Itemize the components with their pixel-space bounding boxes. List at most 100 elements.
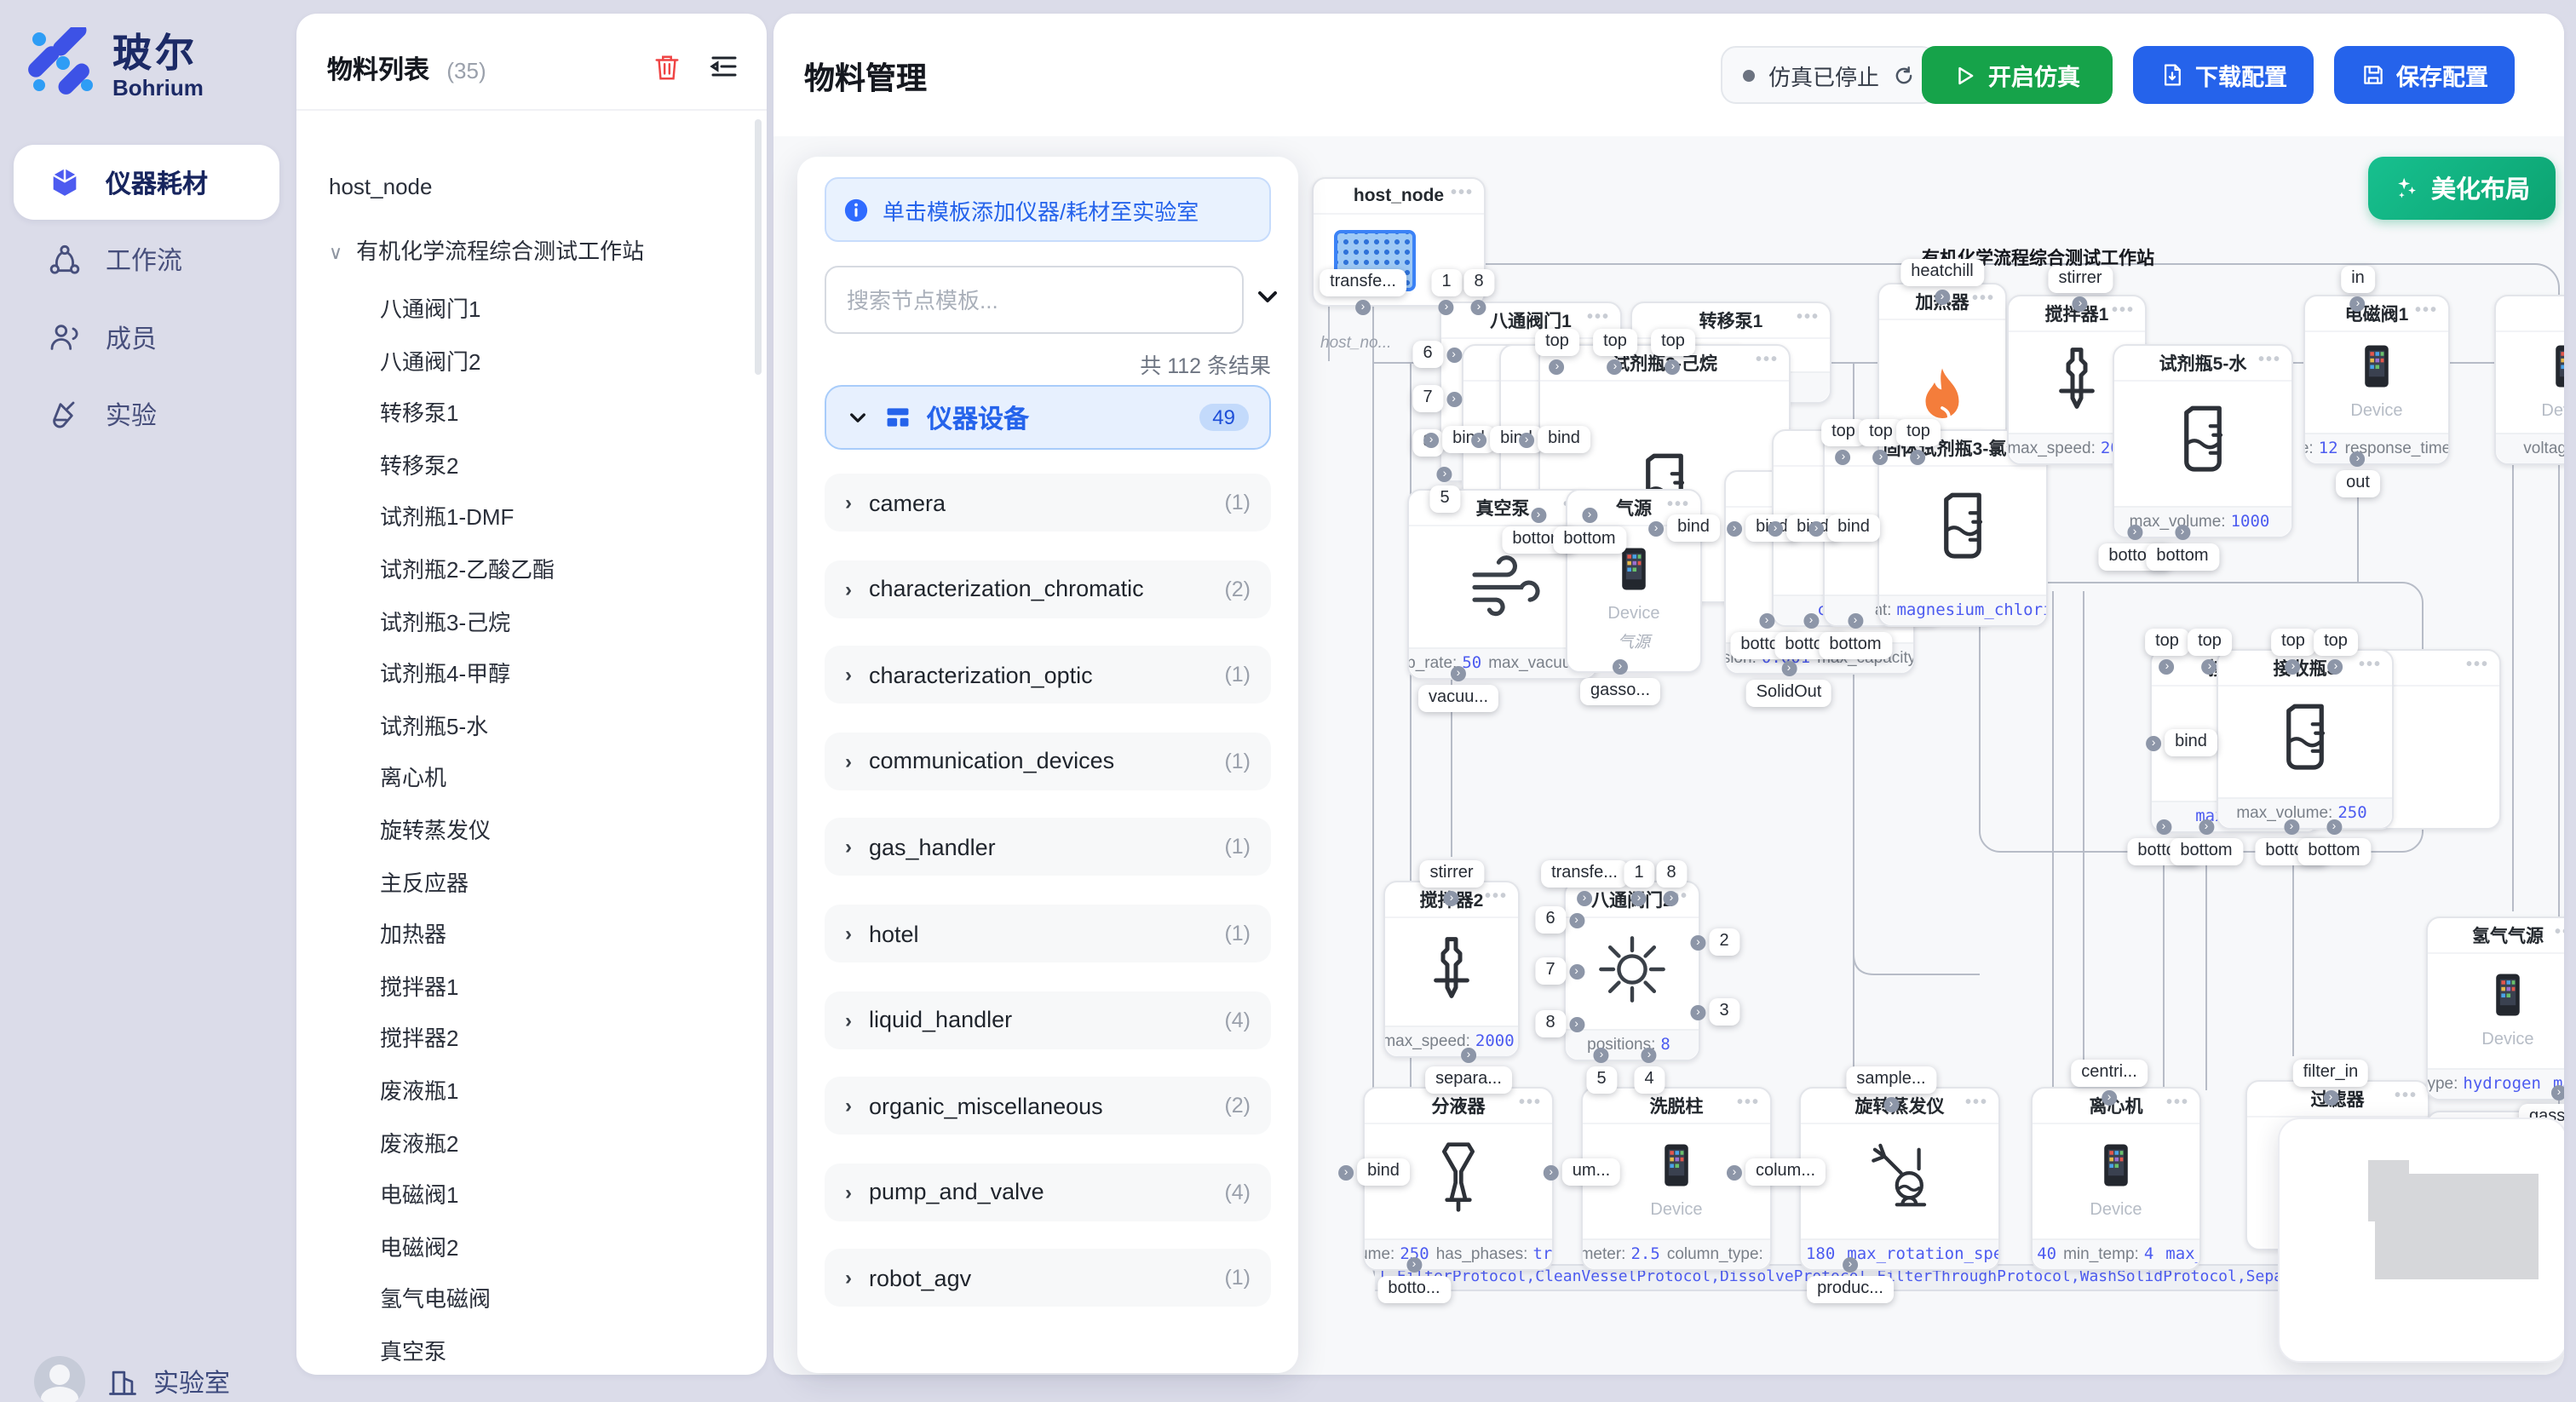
node-menu-icon[interactable]: ••• bbox=[2359, 656, 2382, 675]
tree-item[interactable]: 搅拌器1 bbox=[380, 969, 458, 1002]
port-handle-icon[interactable]: › bbox=[1338, 1164, 1354, 1180]
canvas-node-旋转蒸发仪[interactable]: 旋转蒸发仪•••temp:180 max_rotation_speed: bbox=[1799, 1087, 2000, 1271]
port-chip-5[interactable]: 5› bbox=[1586, 1066, 1616, 1094]
port-handle-icon[interactable]: › bbox=[1648, 520, 1664, 536]
node-menu-icon[interactable]: ••• bbox=[1756, 351, 1779, 370]
tree-item[interactable]: 试剂瓶1-DMF bbox=[380, 500, 514, 532]
avatar[interactable] bbox=[34, 1356, 85, 1402]
port-handle-icon[interactable]: › bbox=[2199, 819, 2214, 835]
port-chip-top[interactable]: top› bbox=[2188, 629, 2232, 656]
tree-item[interactable]: 搅拌器2 bbox=[380, 1021, 458, 1054]
collapse-panel-icon[interactable] bbox=[709, 51, 739, 82]
template-item-camera[interactable]: ›camera(1) bbox=[825, 474, 1271, 531]
tree-item[interactable]: 八通阀门1 bbox=[380, 291, 480, 324]
port-chip-SolidOut[interactable]: SolidOut› bbox=[1746, 680, 1832, 707]
sidebar-item-experiments[interactable]: 实验 bbox=[14, 377, 279, 452]
category-instruments[interactable]: 仪器设备 49 bbox=[825, 385, 1271, 450]
node-menu-icon[interactable]: ••• bbox=[2555, 923, 2564, 942]
tree-item[interactable]: 氢气电磁阀 bbox=[380, 1282, 491, 1314]
port-chip-8[interactable]: 8› bbox=[1463, 269, 1493, 296]
port-handle-icon[interactable]: › bbox=[1759, 613, 1774, 629]
sidebar-item-lab[interactable]: 实验室 bbox=[106, 1364, 230, 1399]
port-chip-filterin[interactable]: filter_in› bbox=[2293, 1060, 2369, 1087]
port-handle-icon[interactable]: › bbox=[1569, 912, 1584, 928]
port-chip-6[interactable]: 6› bbox=[1412, 341, 1442, 368]
port-chip-top[interactable]: top› bbox=[1896, 419, 1941, 446]
port-chip-6[interactable]: 6› bbox=[1535, 906, 1565, 934]
tree-item[interactable]: 试剂瓶5-水 bbox=[380, 709, 488, 741]
port-chip-top[interactable]: top› bbox=[1651, 329, 1695, 356]
port-chip-top[interactable]: top› bbox=[1535, 329, 1579, 356]
port-handle-icon[interactable]: › bbox=[2326, 819, 2342, 835]
port-chip-transfe[interactable]: transfe...› bbox=[1320, 269, 1406, 296]
port-chip-bind[interactable]: bind› bbox=[2165, 729, 2217, 756]
node-menu-icon[interactable]: ••• bbox=[1737, 1094, 1760, 1112]
port-handle-icon[interactable]: › bbox=[1843, 1257, 1858, 1273]
port-handle-icon[interactable]: › bbox=[1569, 1016, 1584, 1031]
canvas-node-试剂瓶5-水[interactable]: 试剂瓶5-水•••max_volume:1000 bbox=[2113, 344, 2293, 538]
tree-item[interactable]: 废液瓶2 bbox=[380, 1125, 458, 1158]
port-chip-separa[interactable]: separa...› bbox=[1425, 1066, 1512, 1094]
sidebar-item-workflow[interactable]: 工作流 bbox=[14, 222, 279, 297]
port-chip-2[interactable]: 2› bbox=[1709, 928, 1739, 956]
port-handle-icon[interactable]: › bbox=[1406, 1257, 1422, 1273]
port-handle-icon[interactable]: › bbox=[1355, 300, 1371, 315]
template-item-communication_devices[interactable]: ›communication_devices(1) bbox=[825, 733, 1271, 790]
canvas-node-离心机[interactable]: 离心机•••Devicetemp:40 min_temp:4 max_spe bbox=[2031, 1087, 2201, 1271]
tree-item[interactable]: 主反应器 bbox=[380, 865, 469, 897]
port-handle-icon[interactable]: › bbox=[1531, 508, 1546, 523]
port-chip-bind[interactable]: bind› bbox=[1827, 514, 1880, 542]
port-handle-icon[interactable]: › bbox=[2156, 819, 2171, 835]
node-menu-icon[interactable]: ••• bbox=[2258, 351, 2281, 370]
port-chip-7[interactable]: 7› bbox=[1535, 957, 1565, 985]
port-chip-centri[interactable]: centri...› bbox=[2071, 1060, 2148, 1087]
port-chip-bind[interactable]: bind› bbox=[1357, 1158, 1410, 1186]
tree-item[interactable]: 试剂瓶4-甲醇 bbox=[380, 656, 510, 688]
template-item-characterization_optic[interactable]: ›characterization_optic(1) bbox=[825, 646, 1271, 704]
port-chip-stirrer[interactable]: stirrer› bbox=[2048, 266, 2112, 293]
tree-item[interactable]: 转移泵1 bbox=[380, 395, 458, 428]
chevron-down-icon[interactable] bbox=[1254, 283, 1281, 310]
port-handle-icon[interactable]: › bbox=[1781, 661, 1797, 676]
port-chip-bottom[interactable]: bottom› bbox=[1819, 632, 1891, 659]
start-simulation-button[interactable]: 开启仿真 bbox=[1922, 46, 2113, 104]
template-item-robot_agv[interactable]: ›robot_agv(1) bbox=[825, 1250, 1271, 1307]
template-item-liquid_handler[interactable]: ›liquid_handler(4) bbox=[825, 991, 1271, 1049]
port-chip-1[interactable]: 1› bbox=[1431, 269, 1461, 296]
node-menu-icon[interactable]: ••• bbox=[1587, 308, 1610, 327]
sidebar-item-members[interactable]: 成员 bbox=[14, 300, 279, 375]
port-handle-icon[interactable]: › bbox=[1582, 508, 1597, 523]
port-handle-icon[interactable]: › bbox=[2127, 525, 2142, 540]
port-handle-icon[interactable]: › bbox=[1935, 290, 1950, 305]
port-handle-icon[interactable]: › bbox=[1613, 659, 1628, 675]
template-item-organic_miscellaneous[interactable]: ›organic_miscellaneous(2) bbox=[825, 1077, 1271, 1135]
tree-item[interactable]: 电磁阀1 bbox=[380, 1177, 458, 1210]
port-chip-8[interactable]: 8› bbox=[1656, 860, 1686, 888]
port-chip-out[interactable]: out› bbox=[2336, 470, 2380, 497]
canvas-node-接收瓶3[interactable]: 接收瓶3•••max_volume:250 bbox=[2217, 649, 2394, 830]
port-handle-icon[interactable]: › bbox=[1690, 934, 1705, 950]
node-menu-icon[interactable]: ••• bbox=[1485, 888, 1508, 906]
port-handle-icon[interactable]: › bbox=[1727, 520, 1742, 536]
tree-item[interactable]: 离心机 bbox=[380, 761, 446, 793]
port-handle-icon[interactable]: › bbox=[1883, 1097, 1899, 1112]
port-chip-1[interactable]: 1› bbox=[1624, 860, 1653, 888]
port-handle-icon[interactable]: › bbox=[1690, 1004, 1705, 1020]
tree-item[interactable]: 试剂瓶3-己烷 bbox=[380, 604, 510, 636]
port-handle-icon[interactable]: › bbox=[1803, 613, 1819, 629]
template-item-hotel[interactable]: ›hotel(1) bbox=[825, 905, 1271, 962]
chevron-down-icon[interactable]: ∨ bbox=[329, 244, 342, 264]
port-handle-icon[interactable]: › bbox=[1471, 432, 1486, 447]
tree-item[interactable]: 废液瓶1 bbox=[380, 1073, 458, 1106]
port-chip-bottom[interactable]: bottom› bbox=[2146, 543, 2218, 571]
minimap[interactable] bbox=[2278, 1118, 2564, 1363]
tree-item[interactable]: 旋转蒸发仪 bbox=[380, 813, 491, 845]
port-chip-produc[interactable]: produc...› bbox=[1807, 1276, 1894, 1303]
node-menu-icon[interactable]: ••• bbox=[1667, 496, 1690, 514]
node-menu-icon[interactable]: ••• bbox=[2166, 1094, 2189, 1112]
port-handle-icon[interactable]: › bbox=[2284, 819, 2299, 835]
tree-item-workstation[interactable]: ∨有机化学流程综合测试工作站 bbox=[329, 233, 644, 266]
node-menu-icon[interactable]: ••• bbox=[1972, 290, 1995, 308]
port-chip-colum[interactable]: colum...› bbox=[1745, 1158, 1826, 1186]
tree-item-host-node[interactable]: host_node bbox=[329, 174, 432, 199]
